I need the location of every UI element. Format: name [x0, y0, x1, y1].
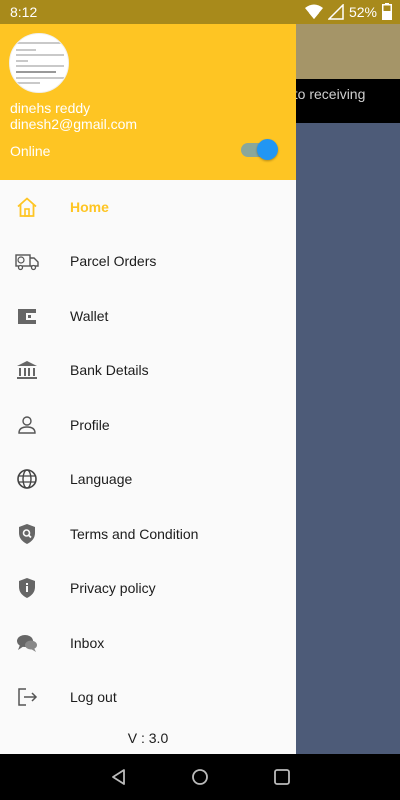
battery-icon: [382, 3, 392, 20]
shield-search-icon: [15, 522, 39, 546]
menu-item-label: Privacy policy: [70, 580, 156, 596]
navigation-drawer: dinehs reddy dinesh2@gmail.com Online Ho…: [0, 24, 296, 754]
menu-item-inbox[interactable]: Inbox: [0, 616, 296, 670]
back-icon[interactable]: [109, 767, 129, 787]
bank-icon: [15, 358, 39, 382]
home-icon: [15, 195, 39, 219]
menu-item-home[interactable]: Home: [0, 180, 296, 234]
avatar[interactable]: [9, 33, 69, 93]
menu-item-label: Language: [70, 471, 133, 487]
chat-bubbles-icon: [15, 631, 39, 655]
delivery-truck-icon: [15, 249, 39, 273]
logout-icon: [15, 685, 39, 709]
menu-item-label: Parcel Orders: [70, 253, 157, 269]
battery-percent: 52%: [348, 3, 377, 20]
menu-item-profile[interactable]: Profile: [0, 398, 296, 452]
app-version: V : 3.0: [127, 730, 169, 746]
system-nav-bar: [0, 754, 400, 800]
menu-item-label: Terms and Condition: [70, 526, 199, 542]
menu-item-label: Log out: [70, 689, 117, 705]
wifi-icon: [304, 4, 323, 20]
online-toggle[interactable]: [241, 138, 278, 162]
user-email: dinesh2@gmail.com: [10, 116, 138, 132]
signal-icon: [327, 3, 344, 20]
drawer-header: dinehs reddy dinesh2@gmail.com Online: [0, 24, 296, 180]
menu-item-log-out[interactable]: Log out: [0, 670, 296, 724]
recents-icon[interactable]: [272, 767, 292, 787]
background-banner-text: t to receiving: [286, 86, 366, 102]
menu-item-language[interactable]: Language: [0, 452, 296, 506]
globe-icon: [15, 467, 39, 491]
menu-item-label: Inbox: [70, 635, 105, 651]
menu-item-label: Profile: [70, 417, 110, 433]
menu-item-wallet[interactable]: Wallet: [0, 289, 296, 343]
menu-item-label: Home: [70, 199, 109, 215]
status-bar: 8:12 52%: [0, 0, 400, 24]
person-icon: [15, 413, 39, 437]
menu-item-bank-details[interactable]: Bank Details: [0, 343, 296, 397]
home-button-icon[interactable]: [190, 767, 210, 787]
wallet-icon: [15, 304, 39, 328]
menu-item-parcel-orders[interactable]: Parcel Orders: [0, 234, 296, 288]
menu-item-privacy-policy[interactable]: Privacy policy: [0, 561, 296, 615]
status-time: 8:12: [10, 4, 38, 20]
menu-item-terms[interactable]: Terms and Condition: [0, 507, 296, 561]
user-name: dinehs reddy: [10, 100, 91, 116]
menu-item-label: Bank Details: [70, 362, 149, 378]
shield-info-icon: [15, 576, 39, 600]
online-status-label: Online: [10, 143, 51, 159]
menu-item-label: Wallet: [70, 308, 109, 324]
